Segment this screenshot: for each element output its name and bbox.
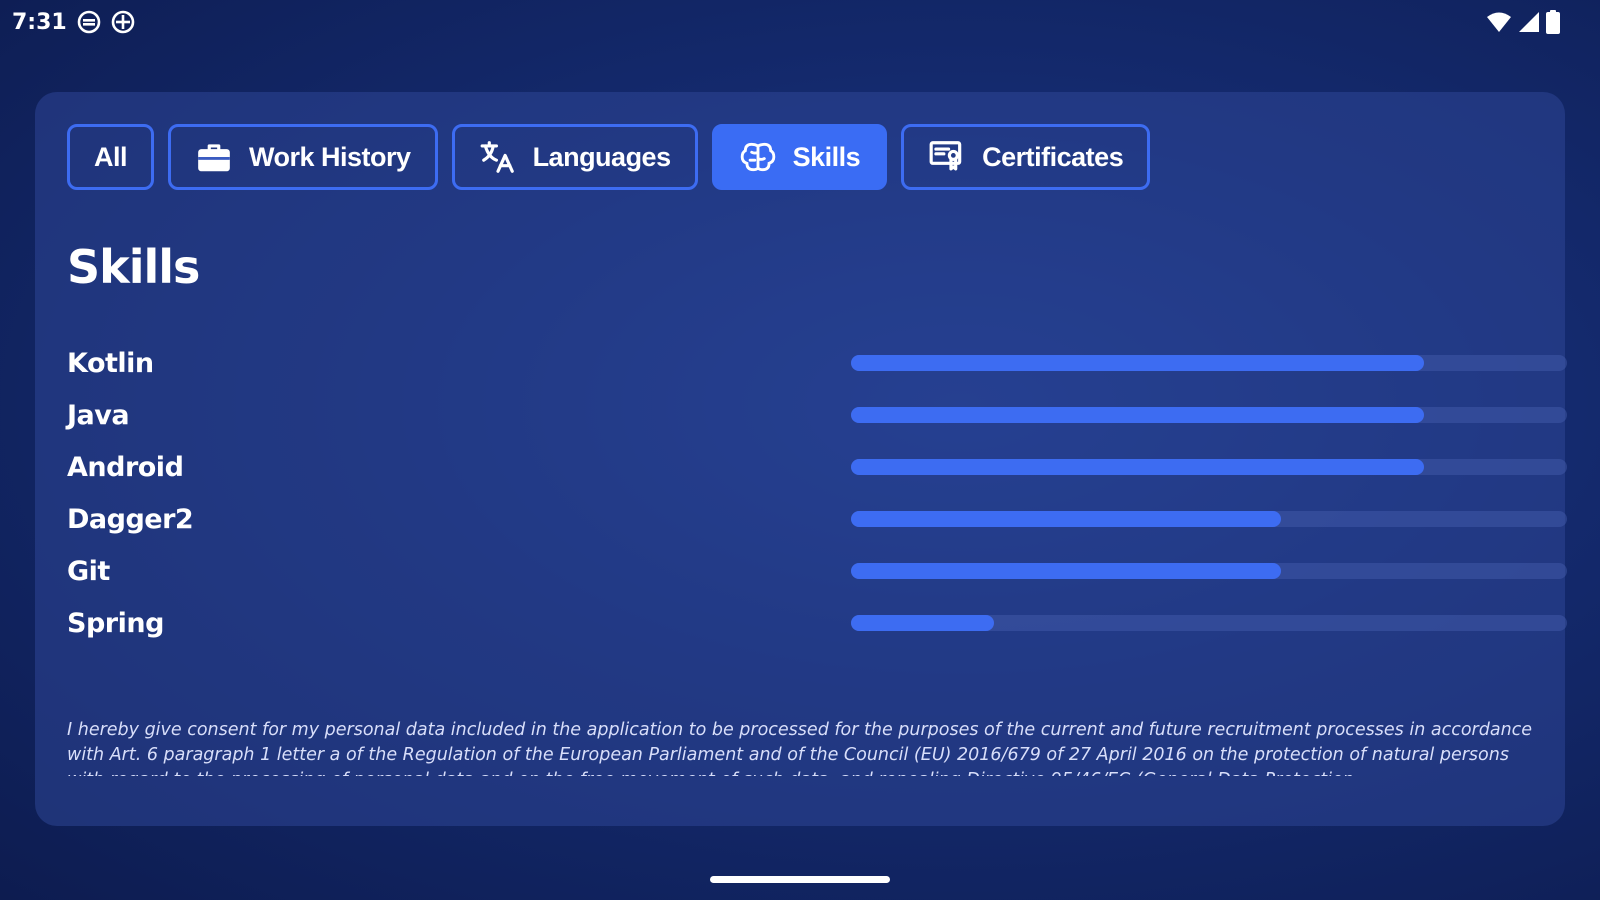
filter-chip-label: Skills: [792, 141, 861, 172]
skills-list: Kotlin Java Android Dagger2 Git Spring: [67, 337, 1567, 649]
skill-level-fill: [851, 407, 1424, 423]
battery-icon: [1546, 10, 1560, 34]
translate-icon: [480, 141, 514, 173]
skill-level-track: [851, 459, 1567, 475]
skill-level-fill: [851, 511, 1281, 527]
skill-level-track: [851, 615, 1567, 631]
skill-level-track: [851, 355, 1567, 371]
section-title: Skills: [67, 240, 200, 294]
skill-name: Android: [67, 451, 184, 483]
skill-row: Android: [67, 441, 1567, 493]
briefcase-icon: [198, 144, 230, 172]
consent-text: I hereby give consent for my personal da…: [67, 720, 1533, 776]
status-bar: 7:31: [0, 0, 1600, 44]
skill-row: Kotlin: [67, 337, 1567, 389]
skill-name: Git: [67, 555, 110, 587]
status-right: [1486, 10, 1560, 34]
wifi-icon: [1487, 12, 1511, 32]
filter-chip-languages[interactable]: Languages: [451, 124, 698, 190]
notification-icon: [77, 10, 101, 34]
home-indicator[interactable]: [710, 876, 890, 883]
filter-chip-certificates[interactable]: Certificates: [901, 124, 1151, 190]
skill-name: Java: [67, 399, 130, 431]
brain-icon: [740, 142, 775, 172]
filter-chips: All Work History Languages Skills Certif…: [67, 124, 1151, 190]
skill-row: Java: [67, 389, 1567, 441]
skill-name: Kotlin: [67, 347, 154, 379]
certificate-icon: [929, 141, 962, 171]
filter-chip-label: Work History: [249, 141, 411, 172]
skill-row: Dagger2: [67, 493, 1567, 545]
notification-icon: [111, 10, 135, 34]
skill-level-track: [851, 563, 1567, 579]
filter-chip-work-history[interactable]: Work History: [168, 124, 438, 190]
skill-level-track: [851, 511, 1567, 527]
skill-level-fill: [851, 355, 1424, 371]
skill-row: Git: [67, 545, 1567, 597]
skill-name: Spring: [67, 607, 164, 639]
skill-row: Spring: [67, 597, 1567, 649]
signal-icon: [1519, 12, 1539, 32]
skill-level-track: [851, 407, 1567, 423]
filter-chip-label: Languages: [532, 141, 672, 172]
filter-chip-skills[interactable]: Skills: [711, 124, 888, 190]
content-card: All Work History Languages Skills Certif…: [35, 92, 1567, 826]
filter-chip-all[interactable]: All: [67, 124, 155, 190]
skill-level-fill: [851, 615, 995, 631]
status-left: 7:31: [12, 10, 135, 35]
skill-name: Dagger2: [67, 503, 194, 535]
filter-chip-label: All: [94, 141, 128, 172]
filter-chip-label: Certificates: [982, 141, 1124, 172]
skill-level-fill: [851, 563, 1281, 579]
status-time: 7:31: [12, 9, 67, 35]
skill-level-fill: [851, 459, 1424, 475]
